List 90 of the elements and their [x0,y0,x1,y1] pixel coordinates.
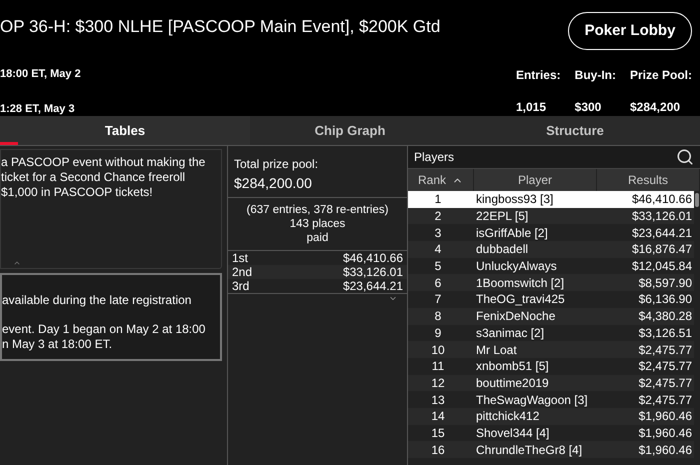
player-row[interactable]: 4 dubbadell $16,876.47 [408,241,694,258]
info-text: a PASCOOP event without making the [1,155,206,170]
prize-pool-label: Total prize pool: [234,156,320,173]
stat-label: Entries: [516,67,561,84]
rank-cell-text: 7 [434,291,442,308]
tournament-title: OP 36-H: $300 NLHE [PASCOOP Main Event], $200K Gtd [0,16,440,38]
player-row[interactable]: 1 kingboss93 [3] $46,410.66 [408,191,694,208]
rank-cell-text: 16 [430,442,446,459]
tab[interactable]: Tables [0,116,250,145]
rank-cell-text: 5 [434,258,442,276]
rank-cell-text: 2 [434,208,442,226]
stat-value: $300 [574,99,602,116]
prize-pool-total: $284,200.00 [234,174,313,193]
rank-cell-text: 1 [434,191,442,208]
player-row[interactable]: 8 FenixDeNoche $4,380.28 [408,308,694,324]
player-row[interactable]: 9 s3animac [2] $3,126.51 [408,324,694,342]
player-cell-text: kingboss93 [3] [475,191,554,208]
player-cell-text: s3animac [2] [475,324,546,342]
rank-cell-text: 12 [430,374,446,392]
player-cell-text: TheOG_travi425 [475,291,566,308]
stat-label: Prize Pool: [630,67,692,84]
rank-cell-text: 4 [434,241,442,258]
place-amount: $33,126.01 [342,264,403,281]
place-amount: $23,644.21 [342,278,403,295]
player-row[interactable]: 14 pittchick412 $1,960.46 [408,408,694,425]
player-cell-text: 1Boomswitch [2] [475,274,566,292]
info-text: available during the late registration [2,293,192,308]
schedule-time: 1:28 ET, May 3 [0,102,76,117]
prize-summary-text: (637 entries, 378 re-entries) [246,203,388,217]
schedule-time: 18:00 ET, May 2 [0,66,82,82]
player-row[interactable]: 10 Mr Loat $2,475.77 [408,341,694,358]
rank-cell-text: 10 [430,342,446,359]
player-cell-text: bouttime2019 [475,374,550,392]
result-cell-text: $23,644.21 [630,224,693,242]
player-cell-text: isGriffAble [2] [475,224,549,242]
poker-lobby-button[interactable]: Poker Lobby [568,12,692,50]
player-cell-text: FenixDeNoche [475,308,556,326]
stat-value: 1,015 [516,99,547,116]
player-cell-text: 22EPL [5] [475,208,530,226]
rank-cell-text: 15 [430,424,446,442]
player-cell-text: xnbomb51 [5] [475,358,550,376]
player-cell-text: UnluckyAlways [475,258,558,276]
place-label: 1st [232,250,248,267]
result-cell-text: $12,045.84 [630,258,693,276]
info-text: ticket for a Second Chance freeroll [1,170,186,185]
info-text: event. Day 1 began on May 2 at 18:00 [2,322,206,337]
player-row[interactable]: 6 1Boomswitch [2] $8,597.90 [408,274,694,292]
result-cell-text: $6,136.90 [638,291,693,308]
rank-cell-text: 11 [430,358,446,376]
result-cell-text: $1,960.46 [638,424,693,442]
search-icon[interactable] [676,148,694,166]
result-cell-text: $16,876.47 [630,241,693,258]
result-cell-text: $1,960.46 [638,442,693,459]
result-cell-text: $3,126.51 [638,324,693,342]
player-cell-text: Mr Loat [475,342,518,359]
result-cell-text: $2,475.77 [638,374,693,392]
player-row[interactable]: 2 22EPL [5] $33,126.01 [408,208,694,224]
result-cell-text: $2,475.77 [638,342,693,359]
stat-value: $284,200 [630,99,682,116]
result-cell-text: $1,960.46 [638,408,693,426]
result-cell-text: $33,126.01 [630,208,693,226]
panel-title: Players [414,149,454,166]
result-cell-text: $4,380.28 [638,308,693,326]
prize-summary-text: 143 places [290,217,346,231]
result-cell-text: $8,597.90 [638,274,693,292]
rank-cell-text: 3 [434,224,442,242]
player-cell-text: dubbadell [475,241,530,258]
info-text: $1,000 in PASCOOP tickets! [1,185,154,200]
info-text: n May 3 at 18:00 ET. [2,337,114,352]
player-cell-text: TheSwagWagoon [3] [475,392,589,409]
rank-cell-text: 6 [434,274,442,292]
place-label: 2nd [232,264,252,281]
rank-cell-text: 14 [430,408,446,426]
rank-cell-text: 9 [434,324,442,342]
rank-cell-text: 13 [430,392,446,409]
rank-cell-text: 8 [434,308,442,326]
place-amount: $46,410.66 [342,250,403,267]
result-cell-text: $2,475.77 [638,392,693,409]
place-label: 3rd [232,278,250,295]
player-row[interactable]: 12 bouttime2019 $2,475.77 [408,374,694,392]
player-cell-text: Shovel344 [4] [475,424,550,442]
tab-indicator [0,142,18,145]
stat-label: Buy-In: [574,67,616,84]
result-cell-text: $46,410.66 [630,191,693,208]
player-cell-text: ChrundleTheGr8 [4] [475,442,584,459]
prize-summary-text: paid [306,231,328,245]
player-cell-text: pittchick412 [475,408,540,426]
player-row[interactable]: 15 Shovel344 [4] $1,960.46 [408,424,694,442]
result-cell-text: $2,475.77 [638,358,693,376]
player-row[interactable]: 16 ChrundleTheGr8 [4] $1,960.46 [408,441,694,458]
